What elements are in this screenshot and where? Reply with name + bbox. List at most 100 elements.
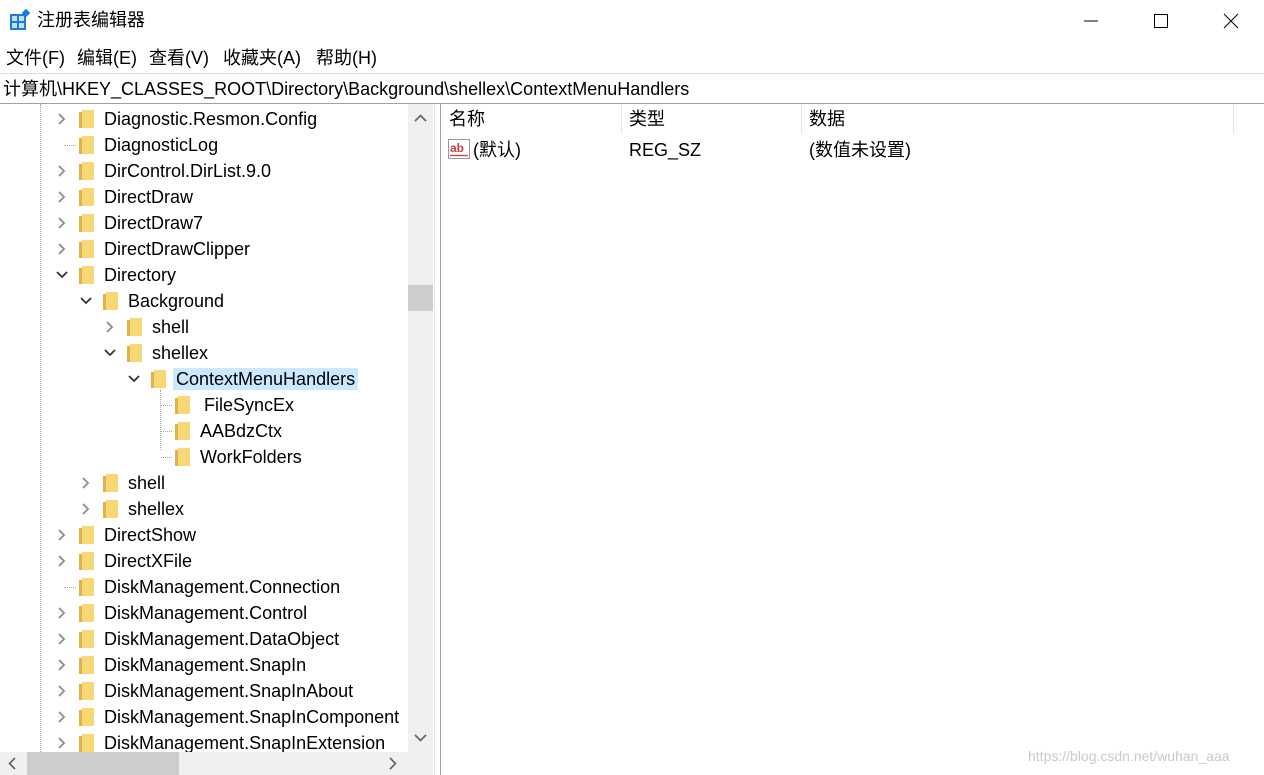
tree-node-label[interactable]: DirectDraw7 [101, 212, 206, 234]
chevron-right-icon[interactable] [80, 477, 92, 489]
column-header-data[interactable]: 数据 [801, 104, 1233, 134]
tree-node[interactable]: Diagnostic.Resmon.Config [0, 106, 434, 132]
tree-node[interactable]: Directory [0, 262, 434, 288]
tree-node-label[interactable]: shell [149, 316, 192, 338]
tree-node-label[interactable]: DiskManagement.SnapInExtension [101, 732, 388, 754]
tree-node[interactable]: DiskManagement.Control [0, 600, 434, 626]
tree-node-label[interactable]: DirectDrawClipper [101, 238, 253, 260]
scroll-left-icon[interactable] [6, 757, 19, 770]
chevron-right-icon[interactable] [56, 659, 68, 671]
chevron-down-icon[interactable] [128, 373, 140, 385]
folder-icon [79, 526, 94, 544]
chevron-right-icon[interactable] [56, 711, 68, 723]
chevron-right-icon[interactable] [56, 555, 68, 567]
address-bar[interactable]: 计算机\HKEY_CLASSES_ROOT\Directory\Backgrou… [0, 73, 1264, 104]
key-tree[interactable]: Diagnostic.Resmon.Config DiagnosticLog Dir… [0, 104, 434, 775]
tree-node-label[interactable]: shellex [125, 498, 187, 520]
tree-node[interactable]: AABdzCtx [0, 418, 434, 444]
maximize-button[interactable] [1126, 0, 1196, 42]
tree-node-label[interactable]: DiagnosticLog [101, 134, 221, 156]
folder-icon [103, 292, 118, 310]
folder-icon [79, 682, 94, 700]
tree-vertical-scroll-thumb[interactable] [408, 285, 433, 311]
chevron-right-icon[interactable] [56, 113, 68, 125]
scroll-down-icon[interactable] [414, 731, 427, 744]
tree-node[interactable]: ContextMenuHandlers [0, 366, 434, 392]
chevron-down-icon[interactable] [56, 269, 68, 281]
folder-icon [79, 708, 94, 726]
tree-node-label[interactable]: DirectDraw [101, 186, 196, 208]
tree-node-label[interactable]: FileSyncEx [201, 394, 297, 416]
tree-node[interactable]: FileSyncEx [0, 392, 434, 418]
tree-node-label[interactable]: Background [125, 290, 227, 312]
chevron-down-icon[interactable] [104, 347, 116, 359]
tree-node[interactable]: DirectDraw [0, 184, 434, 210]
close-button[interactable] [1196, 0, 1264, 42]
tree-node[interactable]: DiskManagement.SnapIn [0, 652, 434, 678]
tree-node-label[interactable]: DirControl.DirList.9.0 [101, 160, 274, 182]
chevron-right-icon[interactable] [56, 243, 68, 255]
tree-node-label[interactable]: DiskManagement.DataObject [101, 628, 342, 650]
chevron-right-icon[interactable] [56, 191, 68, 203]
scroll-right-icon[interactable] [386, 757, 399, 770]
tree-node-label[interactable]: DiskManagement.Connection [101, 576, 343, 598]
tree-node[interactable]: DiagnosticLog [0, 132, 434, 158]
tree-node-label[interactable]: Directory [101, 264, 179, 286]
tree-node-label[interactable]: DiskManagement.SnapInAbout [101, 680, 356, 702]
tree-node[interactable]: DirectShow [0, 522, 434, 548]
tree-horizontal-scrollbar[interactable] [0, 752, 408, 775]
tree-node-label[interactable]: DirectXFile [101, 550, 195, 572]
tree-node-label[interactable]: AABdzCtx [197, 420, 285, 442]
tree-node[interactable]: DiskManagement.SnapInComponent [0, 704, 434, 730]
chevron-right-icon[interactable] [56, 633, 68, 645]
menu-view[interactable]: 查看(V) [149, 47, 209, 69]
chevron-right-icon[interactable] [56, 217, 68, 229]
tree-node[interactable]: shellex [0, 496, 434, 522]
chevron-right-icon[interactable] [104, 321, 116, 333]
chevron-right-icon[interactable] [56, 165, 68, 177]
scroll-up-icon[interactable] [414, 112, 427, 125]
values-list[interactable]: 名称 类型 数据 ab (默认) REG_SZ (数值未设置) [441, 104, 1264, 775]
tree-node[interactable]: shellex [0, 340, 434, 366]
tree-node[interactable]: DiskManagement.Connection [0, 574, 434, 600]
folder-icon [175, 448, 190, 466]
tree-node-label[interactable]: DiskManagement.SnapIn [101, 654, 309, 676]
pane-splitter[interactable] [434, 104, 441, 775]
menu-file[interactable]: 文件(F) [6, 47, 65, 69]
tree-node[interactable]: shell [0, 470, 434, 496]
menu-help[interactable]: 帮助(H) [316, 47, 377, 69]
tree-node-label[interactable]: DirectShow [101, 524, 199, 546]
tree-horizontal-scroll-thumb[interactable] [27, 752, 179, 775]
chevron-right-icon[interactable] [80, 503, 92, 515]
tree-node[interactable]: Background [0, 288, 434, 314]
menu-edit[interactable]: 编辑(E) [77, 47, 137, 69]
address-path[interactable]: 计算机\HKEY_CLASSES_ROOT\Directory\Backgrou… [3, 78, 689, 100]
chevron-right-icon[interactable] [56, 529, 68, 541]
column-divider[interactable] [1233, 104, 1234, 134]
menu-favorites[interactable]: 收藏夹(A) [223, 47, 301, 69]
chevron-right-icon[interactable] [56, 607, 68, 619]
column-header-type[interactable]: 类型 [621, 104, 801, 134]
minimize-button[interactable] [1056, 0, 1126, 42]
tree-node[interactable]: DirectDraw7 [0, 210, 434, 236]
tree-node-label[interactable]: DiskManagement.Control [101, 602, 310, 624]
tree-node[interactable]: DirectXFile [0, 548, 434, 574]
tree-node[interactable]: DirectDrawClipper [0, 236, 434, 262]
chevron-right-icon[interactable] [56, 737, 68, 749]
tree-node[interactable]: DirControl.DirList.9.0 [0, 158, 434, 184]
tree-node-label[interactable]: DiskManagement.SnapInComponent [101, 706, 402, 728]
tree-node-label[interactable]: WorkFolders [197, 446, 305, 468]
tree-node-label-selected[interactable]: ContextMenuHandlers [173, 368, 359, 390]
tree-node[interactable]: DiskManagement.SnapInAbout [0, 678, 434, 704]
tree-node-label[interactable]: shell [125, 472, 168, 494]
folder-icon [151, 370, 166, 388]
tree-vertical-scrollbar[interactable] [408, 104, 433, 752]
tree-node[interactable]: shell [0, 314, 434, 340]
tree-node[interactable]: WorkFolders [0, 444, 434, 470]
chevron-down-icon[interactable] [80, 295, 92, 307]
column-header-name[interactable]: 名称 [441, 104, 621, 134]
tree-node[interactable]: DiskManagement.DataObject [0, 626, 434, 652]
tree-node-label[interactable]: shellex [149, 342, 211, 364]
chevron-right-icon[interactable] [56, 685, 68, 697]
tree-node-label[interactable]: Diagnostic.Resmon.Config [101, 108, 320, 130]
